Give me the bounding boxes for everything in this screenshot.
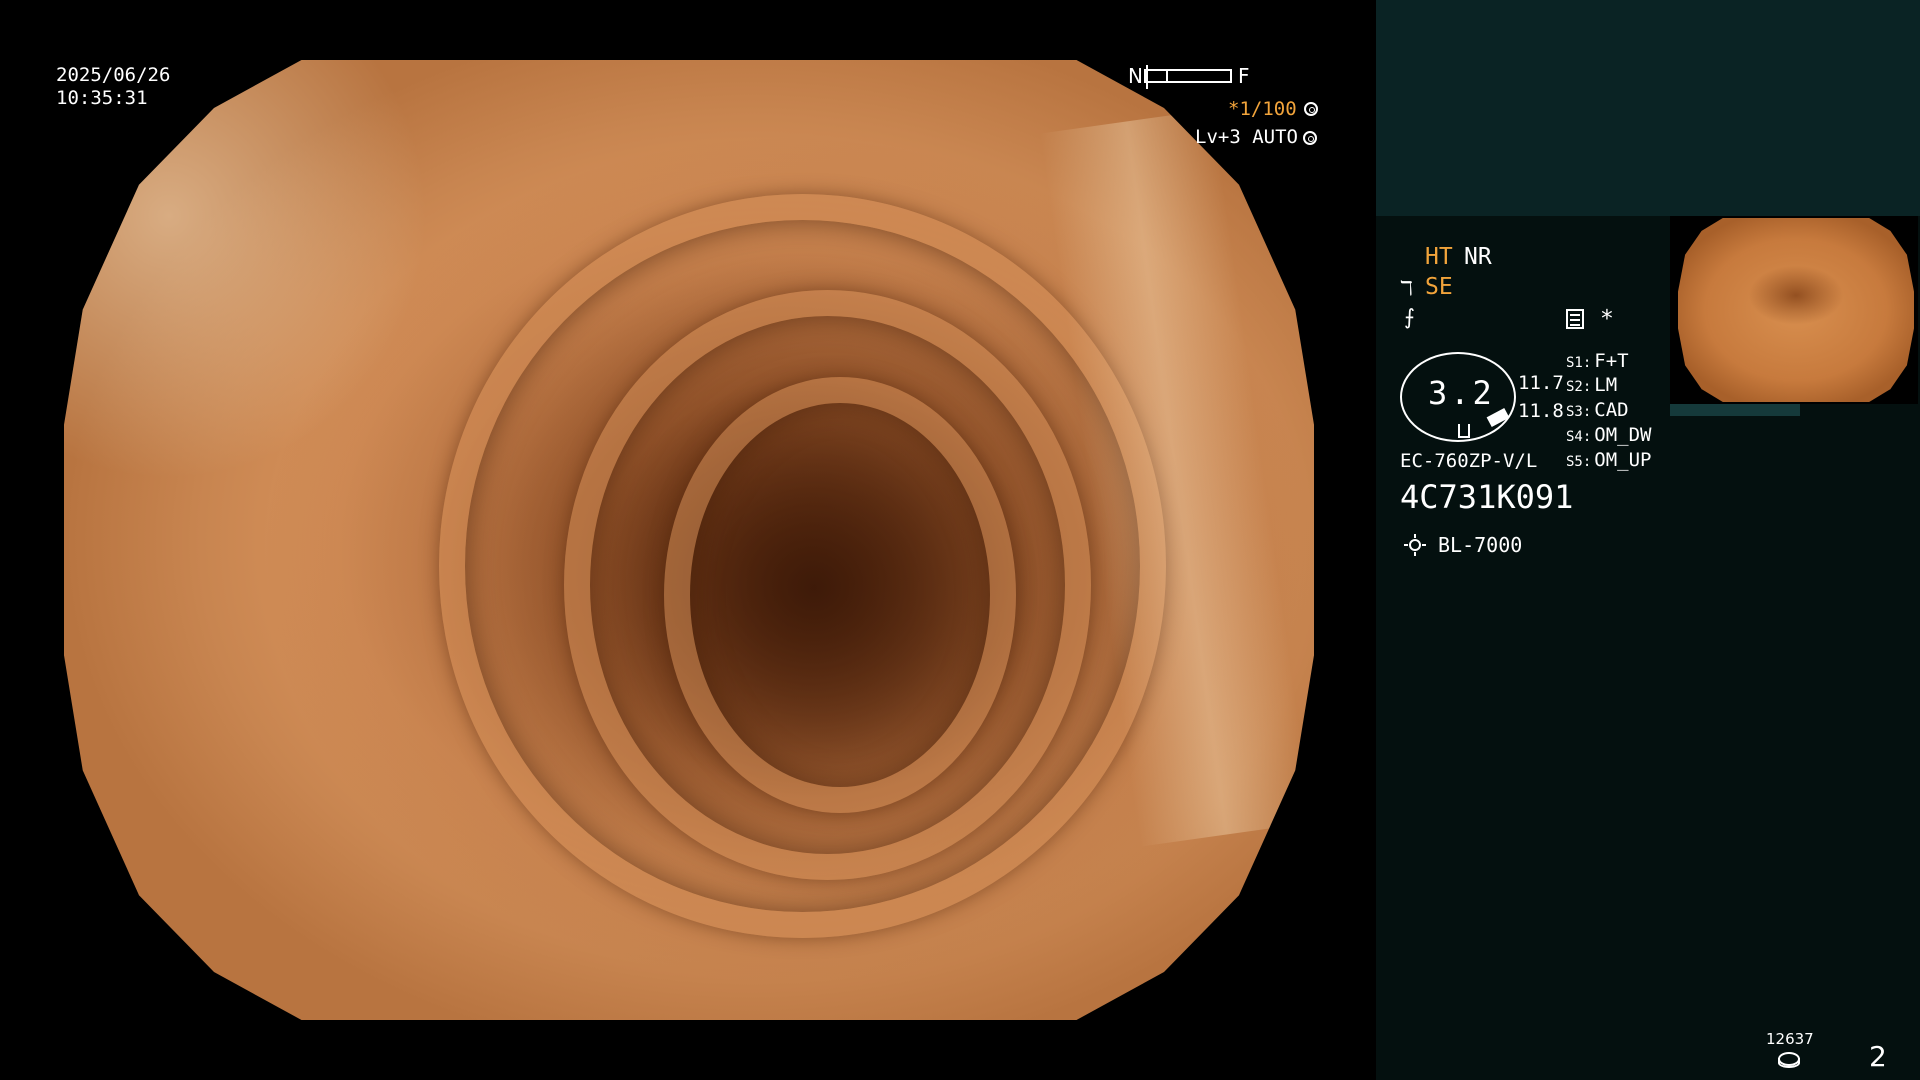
mucosal-fold [664, 376, 1016, 813]
thumbnail-image [1678, 218, 1914, 402]
shutter-icon [1304, 102, 1318, 116]
nr-indicator: NR [1464, 244, 1492, 270]
date: 2025/06/26 [56, 64, 171, 86]
memo-icon [1566, 309, 1584, 329]
capture-counter: 12637 [1766, 1030, 1814, 1048]
ht-indicator: HT [1425, 244, 1453, 270]
switch-key: S2: [1566, 379, 1592, 395]
scope-serial: 4C731K091 [1400, 478, 1574, 516]
switch-4: S4: OM_DW [1566, 424, 1652, 446]
switch-value: OM_DW [1594, 424, 1652, 446]
zoom-value: 3.2 [1428, 374, 1495, 412]
near-label: N [1128, 64, 1143, 88]
focus-bar [1144, 65, 1232, 89]
endoscope-view [64, 60, 1314, 1020]
switch-2: S2: LM [1566, 374, 1617, 396]
capture-thumbnail[interactable] [1670, 216, 1918, 404]
switch-value: CAD [1594, 399, 1629, 421]
switch-3: S3: CAD [1566, 399, 1629, 421]
light-source-icon [1404, 534, 1426, 556]
page-number: 2 [1869, 1040, 1887, 1073]
value-1: 11.7 [1518, 372, 1564, 394]
switch-1: S1: F+T [1566, 350, 1629, 372]
switch-value: LM [1594, 374, 1618, 396]
switch-value: F+T [1594, 350, 1629, 372]
structure-enhance-icon: ℸ [1400, 276, 1413, 300]
edge-icon: ⨍ [1404, 305, 1415, 329]
scope-model: EC-760ZP-V/L [1400, 450, 1538, 472]
shutter-speed: *1/100 [1228, 98, 1297, 120]
far-label: F [1238, 64, 1250, 88]
focus-indicator: N F [1128, 64, 1252, 89]
thumbnail-footer [1670, 404, 1800, 416]
se-indicator: SE [1425, 274, 1453, 300]
switch-key: S4: [1566, 429, 1592, 445]
switch-value: OM_UP [1594, 449, 1652, 471]
dial-cup-icon [1458, 424, 1470, 438]
switch-5: S5: OM_UP [1566, 449, 1652, 471]
switch-key: S3: [1566, 404, 1592, 420]
brightness-level: Lv+3 AUTO [1195, 126, 1298, 148]
value-2: 11.8 [1518, 400, 1564, 422]
light-source: BL-7000 [1438, 533, 1523, 557]
panel-header [1376, 0, 1920, 216]
switch-key: S5: [1566, 454, 1592, 470]
auto-exposure-icon [1303, 131, 1317, 145]
date-time: 2025/06/26 10:35:31 [56, 64, 170, 110]
star-indicator: * [1600, 306, 1614, 332]
switch-key: S1: [1566, 355, 1592, 371]
disk-icon [1778, 1052, 1800, 1068]
specular-glare [64, 60, 589, 684]
time: 10:35:31 [56, 87, 148, 109]
